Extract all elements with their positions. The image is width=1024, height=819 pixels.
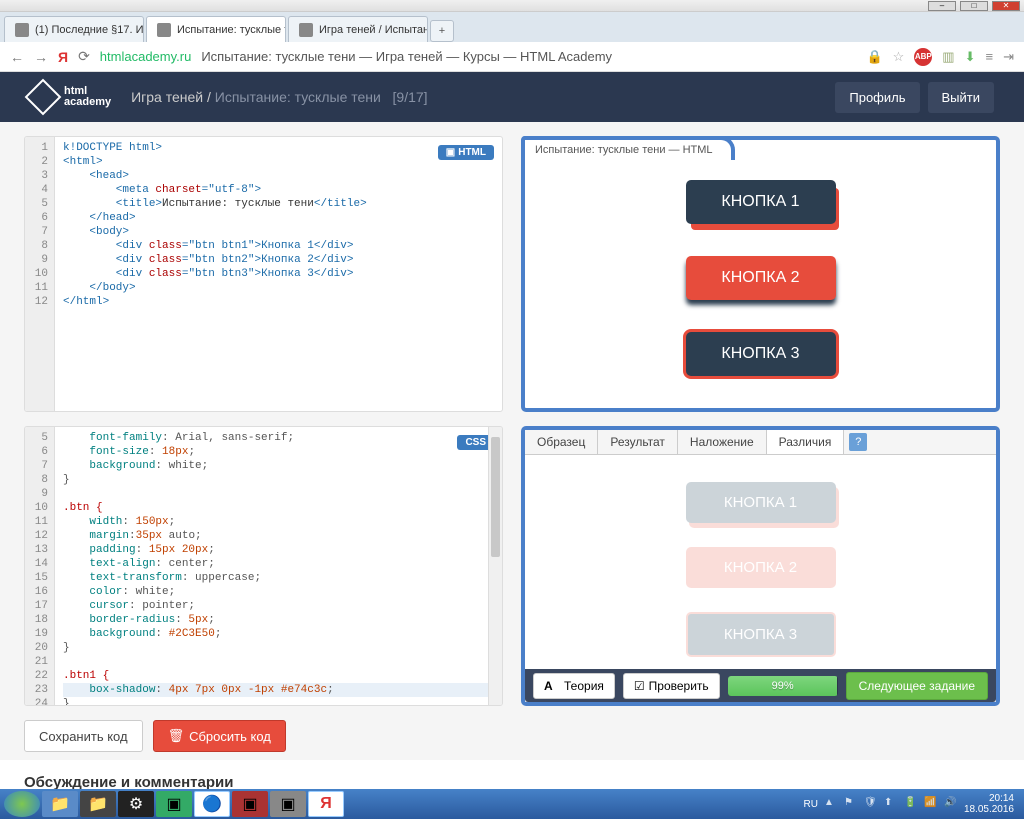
preview-tab-label: Испытание: тусклые тени — HTML [521,136,735,160]
yandex-icon[interactable]: Я [58,49,68,65]
check-icon: ☑ [634,679,645,693]
html-badge: ▣HTML [438,145,494,160]
taskbar-app-icon[interactable]: 📁 [80,791,116,817]
check-button[interactable]: ☑Проверить [623,673,720,699]
comments-heading: Обсуждение и комментарии [0,760,1024,791]
line-gutter: 123456789101112 [25,137,55,411]
diff-button-2: КНОПКА 2 [686,547,836,588]
tray-icon[interactable]: 🔋 [904,797,918,811]
line-gutter: 5678910111213141516171819202122232425262… [25,427,55,705]
demo-button-2: КНОПКА 2 [686,256,836,300]
diff-button-3: КНОПКА 3 [686,612,836,657]
tab-result[interactable]: Результат [598,430,678,454]
forward-icon[interactable]: → [34,49,48,65]
windows-taskbar: 📁 📁 ⚙ ▣ 🔵 ▣ ▣ Я RU ▲ ⚑ 🛡 ⬆ 🔋 📶 🔊 20:1418… [0,789,1024,819]
browser-tab[interactable]: Игра теней / Испытан [288,16,428,42]
start-button[interactable] [4,791,40,817]
save-code-button[interactable]: Сохранить код [24,720,143,752]
menu-icon[interactable]: ≡ [986,49,994,64]
taskbar-app-icon[interactable]: ▣ [270,791,306,817]
html-editor[interactable]: ▣HTML 123456789101112 k!DOCTYPE html> <h… [24,136,503,412]
lock-icon: 🔒 [866,49,882,65]
new-tab-button[interactable]: + [430,20,454,42]
trash-icon: 🗑 [168,728,185,744]
breadcrumb: Игра теней / Испытание: тусклые тени [9/… [131,89,427,105]
tray-icon[interactable]: ⚑ [844,797,858,811]
back-icon[interactable]: ← [10,49,24,65]
favicon-icon [299,23,313,37]
taskbar-chrome-icon[interactable]: 🔵 [194,791,230,817]
editor-actions: Сохранить код 🗑Сбросить код [24,720,503,752]
browser-tab[interactable]: Испытание: тусклые т× [146,16,286,42]
taskbar-app-icon[interactable]: ▣ [156,791,192,817]
tab-sample[interactable]: Образец [525,430,598,454]
profile-button[interactable]: Профиль [835,82,919,113]
abp-icon[interactable]: ABP [914,48,932,66]
help-icon[interactable]: ? [849,433,867,451]
tab-diff[interactable]: Различия [767,430,845,454]
favicon-icon [15,23,29,37]
url-host[interactable]: htmlacademy.ru [100,49,192,64]
url-bar: ← → Я ⟳ htmlacademy.ru Испытание: тусклы… [0,42,1024,72]
star-icon[interactable]: ☆ [893,49,905,65]
tab-overlay[interactable]: Наложение [678,430,767,454]
more-icon[interactable]: ⇥ [1003,49,1014,65]
extension-icons: 🔒 ☆ ABP ▥ ⬇ ≡ ⇥ [866,48,1014,66]
tray-icon[interactable]: ⬆ [884,797,898,811]
window-close[interactable]: ✕ [992,1,1020,11]
taskbar-explorer-icon[interactable]: 📁 [42,791,78,817]
tray-icon[interactable]: 🛡 [864,797,878,811]
logo[interactable]: htmlacademy [30,84,111,110]
demo-button-1: КНОПКА 1 [686,180,836,224]
taskbar-steam-icon[interactable]: ⚙ [118,791,154,817]
diff-button-1: КНОПКА 1 [686,482,836,523]
next-task-button[interactable]: Следующее задание [846,672,988,700]
tray-icon[interactable]: ▲ [824,797,838,811]
task-toolbar: A Теория ☑Проверить 99% Следующее задани… [525,669,996,702]
diff-tabs: Образец Результат Наложение Различия ? [525,430,996,455]
app-header: htmlacademy Игра теней / Испытание: туск… [0,72,1024,122]
taskbar-yandex-icon[interactable]: Я [308,791,344,817]
taskbar-app-icon[interactable]: ▣ [232,791,268,817]
lang-indicator[interactable]: RU [803,799,817,810]
result-preview: Испытание: тусклые тени — HTML КНОПКА 1 … [521,136,1000,412]
progress-bar: 99% [728,676,838,696]
window-titlebar: – □ ✕ [0,0,1024,12]
window-maximize[interactable]: □ [960,1,988,11]
reset-code-button[interactable]: 🗑Сбросить код [153,720,286,752]
reload-icon[interactable]: ⟳ [78,48,90,65]
code-area[interactable]: k!DOCTYPE html> <html> <head> <meta char… [55,137,502,411]
scrollbar[interactable] [488,427,502,705]
download-icon[interactable]: ⬇ [965,49,976,65]
volume-icon[interactable]: 🔊 [944,797,958,811]
system-tray: RU ▲ ⚑ 🛡 ⬆ 🔋 📶 🔊 20:1418.05.2016 [803,793,1020,815]
progress-text: 99% [728,676,838,696]
window-minimize[interactable]: – [928,1,956,11]
css-editor[interactable]: CSS 567891011121314151617181920212223242… [24,426,503,706]
taskbar-clock[interactable]: 20:1418.05.2016 [964,793,1014,815]
demo-button-3: КНОПКА 3 [686,332,836,376]
exit-button[interactable]: Выйти [928,82,995,113]
code-area[interactable]: font-family: Arial, sans-serif; font-siz… [55,427,502,705]
logo-icon [25,79,62,116]
diff-preview: Образец Результат Наложение Различия ? К… [521,426,1000,706]
tray-icon[interactable]: 📶 [924,797,938,811]
browser-tabstrip: (1) Последние §17. И Испытание: тусклые … [0,12,1024,42]
main-area: ▣HTML 123456789101112 k!DOCTYPE html> <h… [0,122,1024,760]
bars-icon[interactable]: ▥ [942,49,954,65]
favicon-icon [157,23,171,37]
scroll-thumb[interactable] [491,437,500,557]
browser-tab[interactable]: (1) Последние §17. И [4,16,144,42]
url-title: Испытание: тусклые тени — Игра теней — К… [201,49,612,64]
theory-button[interactable]: A Теория [533,673,615,699]
